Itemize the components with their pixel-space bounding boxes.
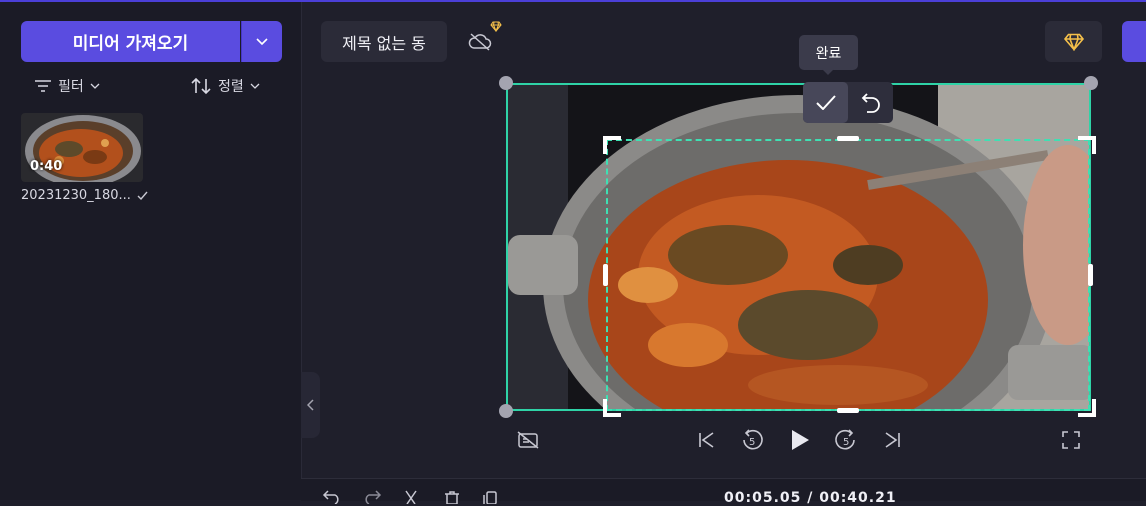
chevron-down-icon: [250, 83, 260, 89]
filter-button[interactable]: 필터: [34, 76, 100, 96]
clip-name: 20231230_180...: [21, 188, 148, 203]
resize-handle-bottom-left[interactable]: [499, 404, 513, 418]
premium-button[interactable]: [1045, 21, 1102, 62]
filter-icon: [35, 80, 51, 92]
collapse-panel-button[interactable]: [301, 372, 320, 438]
skip-forward-icon: [885, 432, 900, 448]
clip-name-text: 20231230_180...: [21, 188, 131, 203]
play-icon: [792, 430, 809, 450]
play-button[interactable]: [787, 427, 813, 453]
media-clip-thumbnail[interactable]: 0:40: [21, 113, 143, 182]
import-options-button[interactable]: [241, 21, 282, 62]
fullscreen-icon: [1062, 431, 1080, 449]
cloud-off-icon: [468, 33, 492, 51]
crop-handle-bottom-left[interactable]: [603, 399, 621, 417]
crop-toolbar: [803, 82, 893, 123]
chevron-left-icon: [307, 399, 314, 411]
trash-icon[interactable]: [442, 490, 462, 504]
sort-icon: [191, 77, 211, 95]
forward-5-icon: 5: [835, 429, 855, 450]
chevron-down-icon: [90, 83, 100, 89]
tooltip-arrow: [822, 69, 834, 75]
timecode: 00:05.05 / 00:40.21: [724, 490, 897, 506]
skip-to-start-button[interactable]: [694, 427, 720, 453]
captions-toggle-button[interactable]: [515, 427, 541, 453]
rewind-5-icon: 5: [743, 429, 763, 450]
sort-button[interactable]: 정렬: [190, 76, 260, 96]
svg-text:5: 5: [843, 437, 849, 448]
crop-selection[interactable]: [606, 139, 1090, 411]
copy-icon[interactable]: [481, 490, 501, 504]
crop-handle-top-left[interactable]: [603, 136, 621, 154]
reset-crop-button[interactable]: [848, 82, 893, 123]
crop-handle-bottom-right[interactable]: [1078, 399, 1096, 417]
forward-5s-button[interactable]: 5: [833, 427, 859, 453]
undo-icon: [861, 92, 880, 113]
clip-duration: 0:40: [30, 159, 63, 174]
crop-handle-right[interactable]: [1088, 264, 1093, 286]
crop-handle-bottom[interactable]: [837, 408, 859, 413]
crop-handle-left[interactable]: [603, 264, 608, 286]
project-title[interactable]: 제목 없는 동: [321, 21, 447, 62]
export-button[interactable]: [1122, 21, 1146, 62]
rewind-5s-button[interactable]: 5: [739, 427, 765, 453]
check-icon: [815, 95, 836, 110]
diamond-icon: [490, 21, 502, 32]
confirm-crop-button[interactable]: [803, 82, 848, 123]
crop-handle-top[interactable]: [837, 136, 859, 141]
scissors-icon[interactable]: [401, 490, 421, 504]
sort-label: 정렬: [218, 79, 244, 95]
done-tooltip: 완료: [799, 35, 858, 70]
skip-to-end-button[interactable]: [879, 427, 905, 453]
resize-handle-top-right[interactable]: [1084, 76, 1098, 90]
svg-text:5: 5: [749, 437, 755, 448]
captions-off-icon: [517, 431, 539, 449]
crop-handle-top-right[interactable]: [1078, 136, 1096, 154]
diamond-icon: [1063, 33, 1084, 51]
redo-icon[interactable]: [362, 490, 382, 504]
resize-handle-top-left[interactable]: [499, 76, 513, 90]
check-icon: [137, 191, 148, 200]
skip-back-icon: [699, 432, 714, 448]
import-media-button[interactable]: 미디어 가져오기: [21, 21, 240, 62]
chevron-down-icon: [256, 37, 268, 45]
fullscreen-button[interactable]: [1058, 427, 1084, 453]
filter-label: 필터: [58, 79, 84, 95]
undo-icon[interactable]: [322, 490, 342, 504]
